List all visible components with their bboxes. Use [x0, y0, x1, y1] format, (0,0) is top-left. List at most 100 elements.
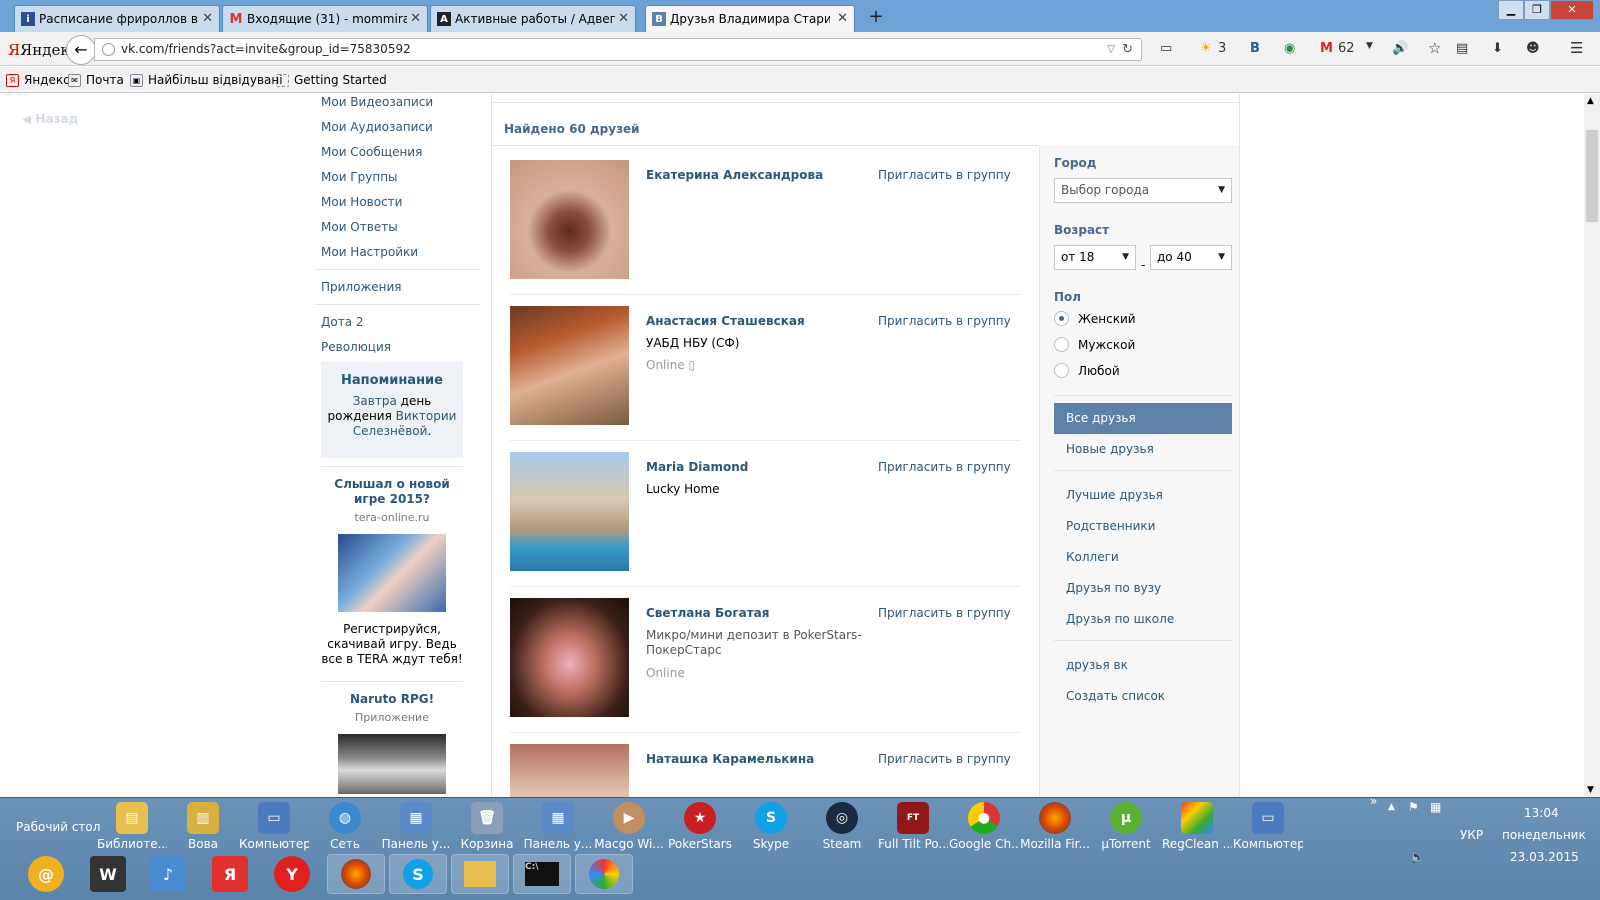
desktop-toolbar-label[interactable]: Рабочий стол: [16, 820, 100, 834]
age-to-select[interactable]: до 40 ▼: [1150, 245, 1232, 270]
tab-freerolls[interactable]: i Расписание фрироллов в... ✕: [14, 5, 220, 32]
bookmark-getting-started[interactable]: Getting Started: [276, 73, 387, 87]
mail-agent-icon[interactable]: @: [28, 856, 64, 892]
taskbar-firefox[interactable]: Mozilla Fir...: [1020, 802, 1090, 851]
maximize-button[interactable]: ❐: [1524, 0, 1550, 20]
city-select[interactable]: Выбор города ▼: [1054, 178, 1232, 203]
flag-icon[interactable]: ⚑: [1408, 800, 1419, 814]
friend-avatar[interactable]: [510, 598, 629, 717]
taskbar-utorrent[interactable]: µ µTorrent: [1091, 802, 1161, 851]
invite-button[interactable]: Пригласить в группу: [878, 460, 1011, 474]
menu-videos[interactable]: Мои Видеозаписи: [321, 94, 486, 115]
back-link[interactable]: ◀ Назад: [22, 112, 78, 126]
dropdown-arrow-icon[interactable]: ▽: [1107, 39, 1115, 60]
menu-news[interactable]: Мои Новости: [321, 190, 486, 215]
taskbar-control-panel[interactable]: ▦ Панель у...: [381, 802, 451, 851]
close-icon[interactable]: ✕: [202, 11, 213, 26]
menu-revolution[interactable]: Революция: [321, 335, 486, 360]
address-bar[interactable]: vk.com/friends?act=invite&group_id=75830…: [94, 38, 1142, 61]
taskbar-skype[interactable]: S Skype: [736, 802, 806, 851]
list-colleagues[interactable]: Коллеги: [1054, 542, 1232, 573]
create-list-link[interactable]: Создать список: [1054, 681, 1232, 712]
ad-image[interactable]: [338, 734, 446, 794]
close-icon[interactable]: ✕: [410, 11, 421, 26]
taskbar-fulltilt[interactable]: FT Full Tilt Po...: [878, 802, 948, 851]
menu-settings[interactable]: Мои Настройки: [321, 240, 486, 265]
clock-time[interactable]: 13:04: [1524, 806, 1559, 820]
taskbar-pokerstars[interactable]: ★ PokerStars: [665, 802, 735, 851]
explorer-running-icon[interactable]: [451, 854, 509, 894]
vk-ext-icon[interactable]: B: [1250, 41, 1260, 56]
download-icon[interactable]: ⬇: [1492, 41, 1503, 56]
bookmark-mail[interactable]: ✉ Почта: [68, 73, 124, 87]
ad-title[interactable]: Naruto RPG!: [321, 692, 463, 707]
tab-advego[interactable]: A Активные работы / Адвег... ✕: [430, 5, 636, 32]
menu-messages[interactable]: Мои Сообщения: [321, 140, 486, 165]
reload-icon[interactable]: ↻: [1122, 39, 1133, 60]
skype-running-icon[interactable]: S: [389, 854, 447, 894]
yandex-browser-icon[interactable]: Y: [274, 856, 310, 892]
mail-count[interactable]: 62: [1338, 41, 1355, 56]
tab-vk-friends[interactable]: B Друзья Владимира Стари... ✕: [645, 5, 855, 32]
invite-button[interactable]: Пригласить в группу: [878, 314, 1011, 328]
gmail-ext-icon[interactable]: M: [1320, 41, 1333, 56]
speaker-icon[interactable]: ♪: [150, 856, 186, 892]
tray-expand-icon[interactable]: ▲: [1388, 802, 1395, 812]
sex-any-radio[interactable]: Любой: [1054, 363, 1120, 378]
chevron-down-icon[interactable]: ▼: [1366, 41, 1373, 51]
invite-button[interactable]: Пригласить в группу: [878, 168, 1011, 182]
volume-icon[interactable]: 🔈: [1410, 850, 1425, 864]
ext-icon[interactable]: ◉: [1284, 41, 1295, 56]
friend-avatar[interactable]: [510, 306, 629, 425]
taskbar-regclean[interactable]: RegClean ...: [1162, 802, 1232, 851]
network-tray-icon[interactable]: ▦: [1430, 800, 1441, 814]
taskbar-network[interactable]: ◍ Сеть: [310, 802, 380, 851]
close-icon[interactable]: ✕: [837, 11, 848, 26]
bookmarks-list-icon[interactable]: ▤: [1456, 41, 1468, 56]
menu-audios[interactable]: Мои Аудиозаписи: [321, 115, 486, 140]
sex-female-radio[interactable]: Женский: [1054, 311, 1136, 326]
list-school-friends[interactable]: Друзья по школе: [1054, 604, 1232, 635]
chevron-right-icon[interactable]: »: [1370, 794, 1377, 808]
friend-name[interactable]: Наташка Карамелькина: [646, 752, 814, 766]
menu-icon[interactable]: ☰: [1570, 39, 1583, 57]
screenshot-icon[interactable]: ▭: [1160, 41, 1172, 56]
menu-apps[interactable]: Приложения: [321, 275, 486, 300]
taskbar-macgo[interactable]: ▶ Macgo Wi...: [594, 802, 664, 851]
friend-name[interactable]: Светлана Богатая: [646, 606, 769, 620]
cmd-running-icon[interactable]: C:\: [513, 854, 571, 894]
close-window-button[interactable]: ✕: [1550, 0, 1594, 20]
friend-avatar[interactable]: [510, 744, 629, 797]
speaker-icon[interactable]: 🔊: [1392, 41, 1408, 56]
list-new-friends[interactable]: Новые друзья: [1054, 434, 1232, 465]
taskbar-vova[interactable]: ▥ Вова: [168, 802, 238, 851]
sex-male-radio[interactable]: Мужской: [1054, 337, 1135, 352]
taskbar-computer-2[interactable]: ▭ Компьютер: [1233, 802, 1303, 851]
language-indicator[interactable]: УКР: [1460, 828, 1483, 842]
bookmark-yandex[interactable]: Я Яндекс: [6, 73, 70, 87]
reminder-tomorrow-link[interactable]: Завтра: [353, 394, 397, 408]
list-best-friends[interactable]: Лучшие друзья: [1054, 480, 1232, 511]
taskbar-steam[interactable]: ◎ Steam: [807, 802, 877, 851]
invite-button[interactable]: Пригласить в группу: [878, 606, 1011, 620]
clock-day[interactable]: понедельник: [1502, 828, 1586, 842]
taskbar-chrome[interactable]: ● Google Ch...: [949, 802, 1019, 851]
friend-avatar[interactable]: [510, 452, 629, 571]
chat-icon[interactable]: ☻: [1526, 41, 1540, 56]
friend-name[interactable]: Анастасия Сташевская: [646, 314, 805, 328]
scrollbar-thumb[interactable]: [1586, 130, 1598, 222]
list-all-friends[interactable]: Все друзья: [1054, 403, 1232, 434]
bookmark-most-visited[interactable]: ▣ Найбільш відвідувані: [130, 73, 283, 87]
firefox-running-icon[interactable]: [327, 854, 385, 894]
minimize-button[interactable]: ▁: [1498, 0, 1524, 20]
back-button[interactable]: ←: [66, 35, 96, 65]
ad-title[interactable]: Слышал о новой игре 2015?: [321, 477, 463, 507]
menu-dota2[interactable]: Дота 2: [321, 310, 486, 335]
tab-gmail[interactable]: M Входящие (31) - mommira... ✕: [222, 5, 428, 32]
weather-temp[interactable]: 3: [1218, 41, 1226, 56]
menu-answers[interactable]: Мои Ответы: [321, 215, 486, 240]
world-of-tanks-icon[interactable]: W: [90, 856, 126, 892]
paint-running-icon[interactable]: [575, 854, 633, 894]
friend-avatar[interactable]: [510, 160, 629, 279]
ad-tera[interactable]: Слышал о новой игре 2015? tera-online.ru…: [321, 477, 463, 667]
